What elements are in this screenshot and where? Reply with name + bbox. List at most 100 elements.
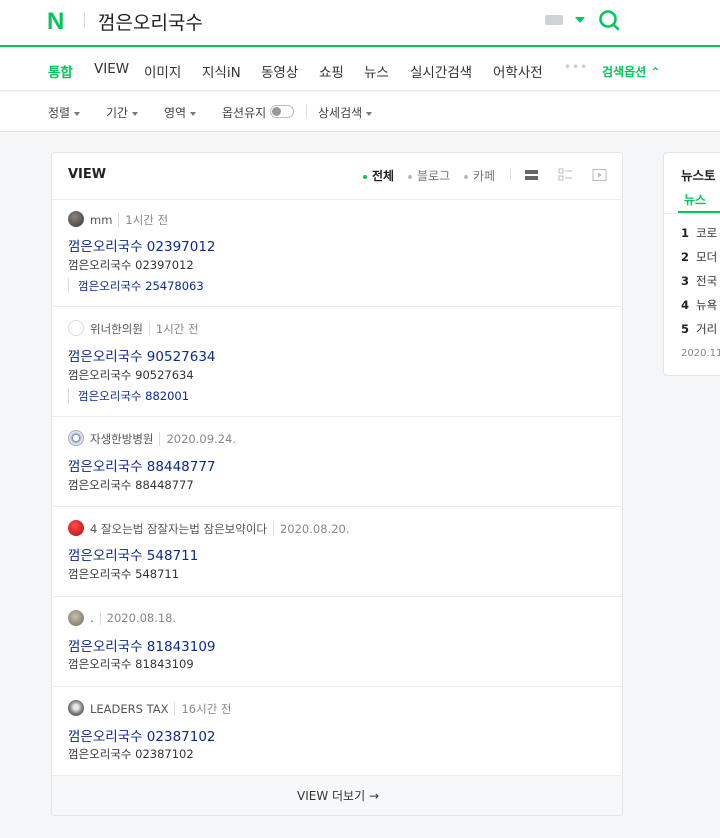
author-name[interactable]: .	[90, 611, 94, 625]
tab-shopping[interactable]: 쇼핑	[319, 61, 344, 81]
item-description: 껌은오리국수 90527634	[68, 368, 194, 382]
tab-realtime[interactable]: 실시간검색	[410, 61, 472, 81]
item-sub-link[interactable]: 껌은오리국수 882001	[68, 388, 189, 404]
panel-divider	[664, 213, 720, 214]
rank-number: 3	[681, 274, 690, 288]
item-meta: 자생한방병원 2020.09.24.	[90, 431, 236, 447]
keyboard-icon[interactable]	[545, 15, 563, 25]
header: N 껌은오리국수	[0, 0, 720, 47]
tab-image[interactable]: 이미지	[144, 61, 181, 81]
rank-number: 2	[681, 250, 690, 264]
keep-options-toggle[interactable]	[270, 105, 294, 118]
autocomplete-toggle-icon[interactable]	[575, 17, 585, 23]
view-filter-cafe[interactable]: 카페	[464, 167, 495, 184]
view-section: VIEW 전체 블로그 카페 mm 1시간 전 껌은오리국수 02397012 껌…	[51, 152, 623, 816]
filter-bar: 정렬 기간 영역 옵션유지 상세검색	[0, 92, 720, 132]
more-tabs-icon[interactable]: •••	[564, 60, 588, 74]
author-name[interactable]: 자생한방병원	[90, 432, 153, 446]
avatar[interactable]	[68, 320, 84, 336]
view-filter-all-label: 전체	[372, 169, 395, 183]
news-topic-item[interactable]: 2 모더	[681, 249, 717, 265]
area-filter-label: 영역	[164, 106, 187, 120]
naver-logo[interactable]: N	[47, 8, 64, 36]
search-tabs: 통합 VIEW 이미지 지식iN 동영상 쇼핑 뉴스 실시간검색 어학사전 ••…	[0, 49, 720, 91]
item-meta: . 2020.08.18.	[90, 611, 177, 625]
search-icon[interactable]	[598, 9, 620, 31]
post-time: 2020.08.20.	[272, 522, 350, 536]
post-time: 16시간 전	[174, 702, 232, 716]
item-sub-link[interactable]: 껌은오리국수 25478063	[68, 278, 204, 294]
item-description: 껌은오리국수 548711	[68, 567, 180, 581]
video-view-icon[interactable]	[592, 168, 607, 182]
view-item: 4 잘오는법 잠잘자는법 잠은보약이다 2020.08.20. 껌은오리국수 54…	[52, 506, 622, 596]
author-name[interactable]: 위너한의원	[90, 322, 143, 336]
area-filter[interactable]: 영역	[164, 104, 197, 121]
item-meta: mm 1시간 전	[90, 212, 169, 228]
tab-kin[interactable]: 지식iN	[202, 61, 241, 81]
topic-text: 모더	[696, 250, 718, 264]
detail-search-label: 상세검색	[318, 106, 363, 120]
item-meta: 위너한의원 1시간 전	[90, 321, 199, 337]
rank-number: 4	[681, 298, 690, 312]
news-topic-item[interactable]: 4 뉴욕	[681, 297, 717, 313]
item-description: 껌은오리국수 02397012	[68, 258, 194, 272]
avatar[interactable]	[68, 700, 84, 716]
item-title-link[interactable]: 껌은오리국수 02397012	[68, 235, 216, 255]
tab-view[interactable]: VIEW	[94, 61, 129, 77]
tab-integrated[interactable]: 통합	[48, 61, 73, 81]
chevron-down-icon	[74, 111, 81, 116]
news-topic-item[interactable]: 1 코로	[681, 225, 717, 241]
item-description: 껌은오리국수 81843109	[68, 657, 194, 671]
avatar[interactable]	[68, 520, 84, 536]
avatar[interactable]	[68, 211, 84, 227]
item-description: 껌은오리국수 02387102	[68, 747, 194, 761]
item-meta: 4 잘오는법 잠잘자는법 잠은보약이다 2020.08.20.	[90, 521, 350, 537]
avatar[interactable]	[68, 610, 84, 626]
avatar[interactable]	[68, 430, 84, 446]
dot-icon	[363, 174, 367, 179]
item-title-link[interactable]: 껌은오리국수 02387102	[68, 725, 216, 745]
rank-number: 5	[681, 322, 690, 336]
keep-options-label: 옵션유지	[222, 106, 267, 120]
sort-filter-label: 정렬	[48, 106, 71, 120]
search-input[interactable]: 껌은오리국수	[98, 8, 203, 35]
view-filter-blog[interactable]: 블로그	[408, 167, 450, 184]
view-item: LEADERS TAX 16시간 전 껌은오리국수 02387102 껌은오리국수…	[52, 686, 622, 775]
view-more-button[interactable]: VIEW 더보기 →	[52, 775, 622, 815]
view-filter-cafe-label: 카페	[473, 169, 496, 183]
view-item: . 2020.08.18. 껌은오리국수 81843109 껌은오리국수 8184…	[52, 596, 622, 686]
rank-number: 1	[681, 226, 690, 240]
item-title-link[interactable]: 껌은오리국수 88448777	[68, 455, 216, 475]
news-topic-item[interactable]: 3 전국	[681, 273, 717, 289]
chevron-down-icon	[132, 111, 139, 116]
item-title-link[interactable]: 껌은오리국수 81843109	[68, 635, 216, 655]
news-panel-date: 2020.11.	[681, 348, 720, 359]
author-name[interactable]: 4 잘오는법 잠잘자는법 잠은보약이다	[90, 522, 267, 536]
view-item: 자생한방병원 2020.09.24. 껌은오리국수 88448777 껌은오리국수…	[52, 416, 622, 506]
view-filter-blog-label: 블로그	[417, 169, 451, 183]
search-options-button[interactable]: 검색옵션 ⌃	[602, 63, 660, 80]
dot-icon	[408, 174, 412, 179]
post-time: 1시간 전	[148, 322, 199, 336]
period-filter[interactable]: 기간	[106, 104, 139, 121]
detail-search-filter[interactable]: 상세검색	[318, 104, 373, 121]
tab-news-panel[interactable]: 뉴스	[684, 191, 706, 208]
sort-filter[interactable]: 정렬	[48, 104, 81, 121]
item-title-link[interactable]: 껌은오리국수 90527634	[68, 345, 216, 365]
view-section-title: VIEW	[68, 167, 107, 182]
news-panel-title: 뉴스토	[681, 168, 716, 183]
author-name[interactable]: LEADERS TAX	[90, 702, 168, 716]
news-topic-panel: 뉴스토 뉴스 1 코로 2 모더 3 전국 4 뉴욕 5 거리 2020.11.	[663, 152, 720, 376]
header-divider	[84, 12, 85, 28]
list-view-icon[interactable]	[524, 168, 539, 182]
author-name[interactable]: mm	[90, 213, 112, 227]
item-title-link[interactable]: 껌은오리국수 548711	[68, 544, 198, 564]
post-time: 1시간 전	[118, 213, 169, 227]
news-topic-item[interactable]: 5 거리	[681, 321, 717, 337]
tab-video[interactable]: 동영상	[261, 61, 298, 81]
tab-news[interactable]: 뉴스	[364, 61, 389, 81]
tab-dictionary[interactable]: 어학사전	[493, 61, 543, 81]
view-filter-all[interactable]: 전체	[363, 167, 394, 184]
post-time: 2020.08.18.	[99, 611, 177, 625]
thumbnail-view-icon[interactable]	[558, 168, 573, 182]
